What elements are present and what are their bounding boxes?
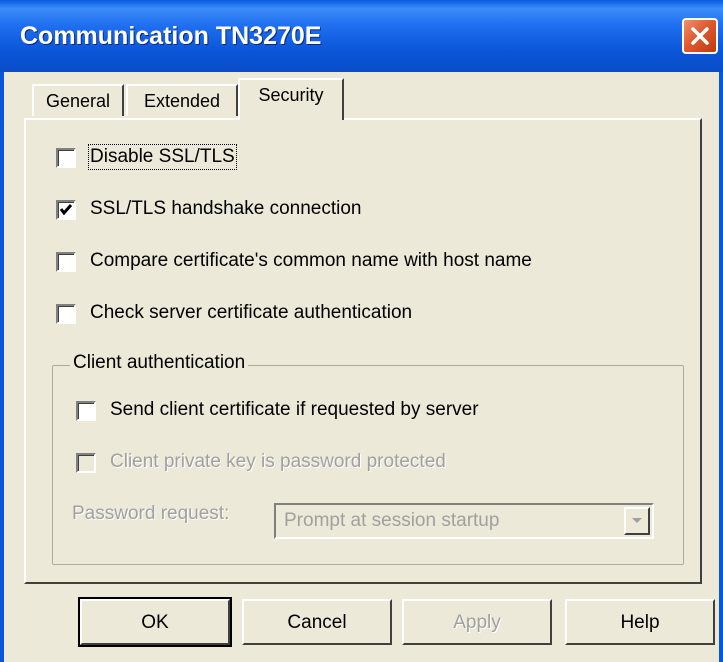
disable-ssl-checkbox[interactable] (56, 148, 76, 168)
compare-cn-checkbox[interactable] (56, 252, 76, 272)
checkmark-icon (59, 204, 73, 216)
close-icon (691, 27, 709, 45)
ssl-handshake-checkbox[interactable] (56, 200, 76, 220)
key-protected-checkbox (76, 453, 96, 473)
tab-security[interactable]: Security (238, 78, 344, 120)
tab-extended-label: Extended (143, 91, 221, 111)
send-client-cert-label: Send client certificate if requested by … (110, 399, 479, 420)
window-title: Communication TN3270E (20, 22, 322, 50)
tab-security-label: Security (258, 85, 324, 105)
password-request-label: Password request: (72, 503, 230, 524)
cancel-button[interactable]: Cancel (242, 599, 392, 645)
window-frame-left (0, 72, 4, 662)
client-authentication-legend: Client authentication (70, 352, 249, 374)
ssl-handshake-option[interactable]: SSL/TLS handshake connection (56, 198, 416, 224)
tab-general-label: General (45, 91, 111, 111)
compare-cn-option[interactable]: Compare certificate's common name with h… (56, 250, 616, 276)
ssl-handshake-label: SSL/TLS handshake connection (90, 198, 362, 219)
check-server-cert-label: Check server certificate authentication (90, 302, 413, 323)
disable-ssl-option[interactable]: Disable SSL/TLS (56, 144, 316, 172)
apply-button: Apply (402, 599, 552, 645)
close-button[interactable] (682, 18, 718, 54)
send-client-cert-option[interactable]: Send client certificate if requested by … (76, 399, 536, 425)
check-server-cert-option[interactable]: Check server certificate authentication (56, 302, 476, 328)
tab-extended[interactable]: Extended (126, 84, 238, 116)
send-client-cert-checkbox[interactable] (76, 401, 96, 421)
title-bar[interactable]: Communication TN3270E (0, 0, 723, 72)
password-request-dropdown-button (624, 507, 650, 535)
help-button[interactable]: Help (565, 599, 715, 645)
key-protected-label: Client private key is password protected (110, 451, 446, 472)
key-protected-option: Client private key is password protected (76, 451, 516, 477)
chevron-down-icon (632, 518, 642, 523)
compare-cn-label: Compare certificate's common name with h… (90, 250, 532, 271)
password-request-value: Prompt at session startup (284, 510, 500, 531)
window-frame-right (719, 72, 723, 662)
password-request-select: Prompt at session startup (274, 503, 654, 539)
check-server-cert-checkbox[interactable] (56, 304, 76, 324)
tab-general[interactable]: General (32, 84, 124, 116)
disable-ssl-label: Disable SSL/TLS (88, 144, 237, 170)
ok-button[interactable]: OK (80, 599, 230, 645)
